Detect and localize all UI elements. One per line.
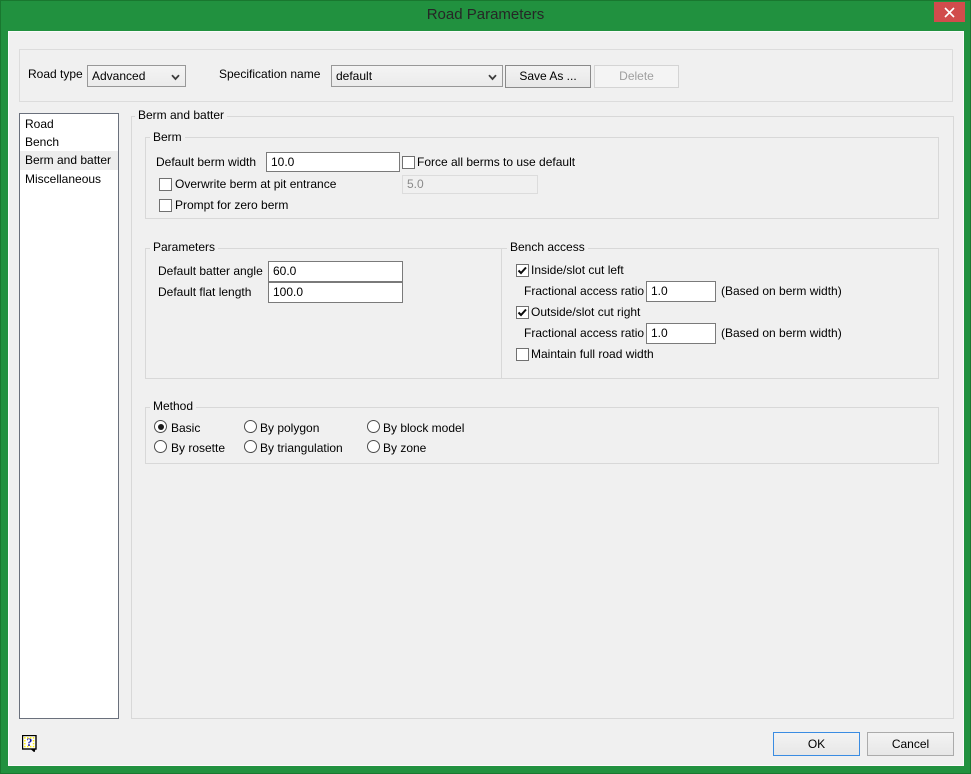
svg-text:?: ? xyxy=(26,735,32,749)
